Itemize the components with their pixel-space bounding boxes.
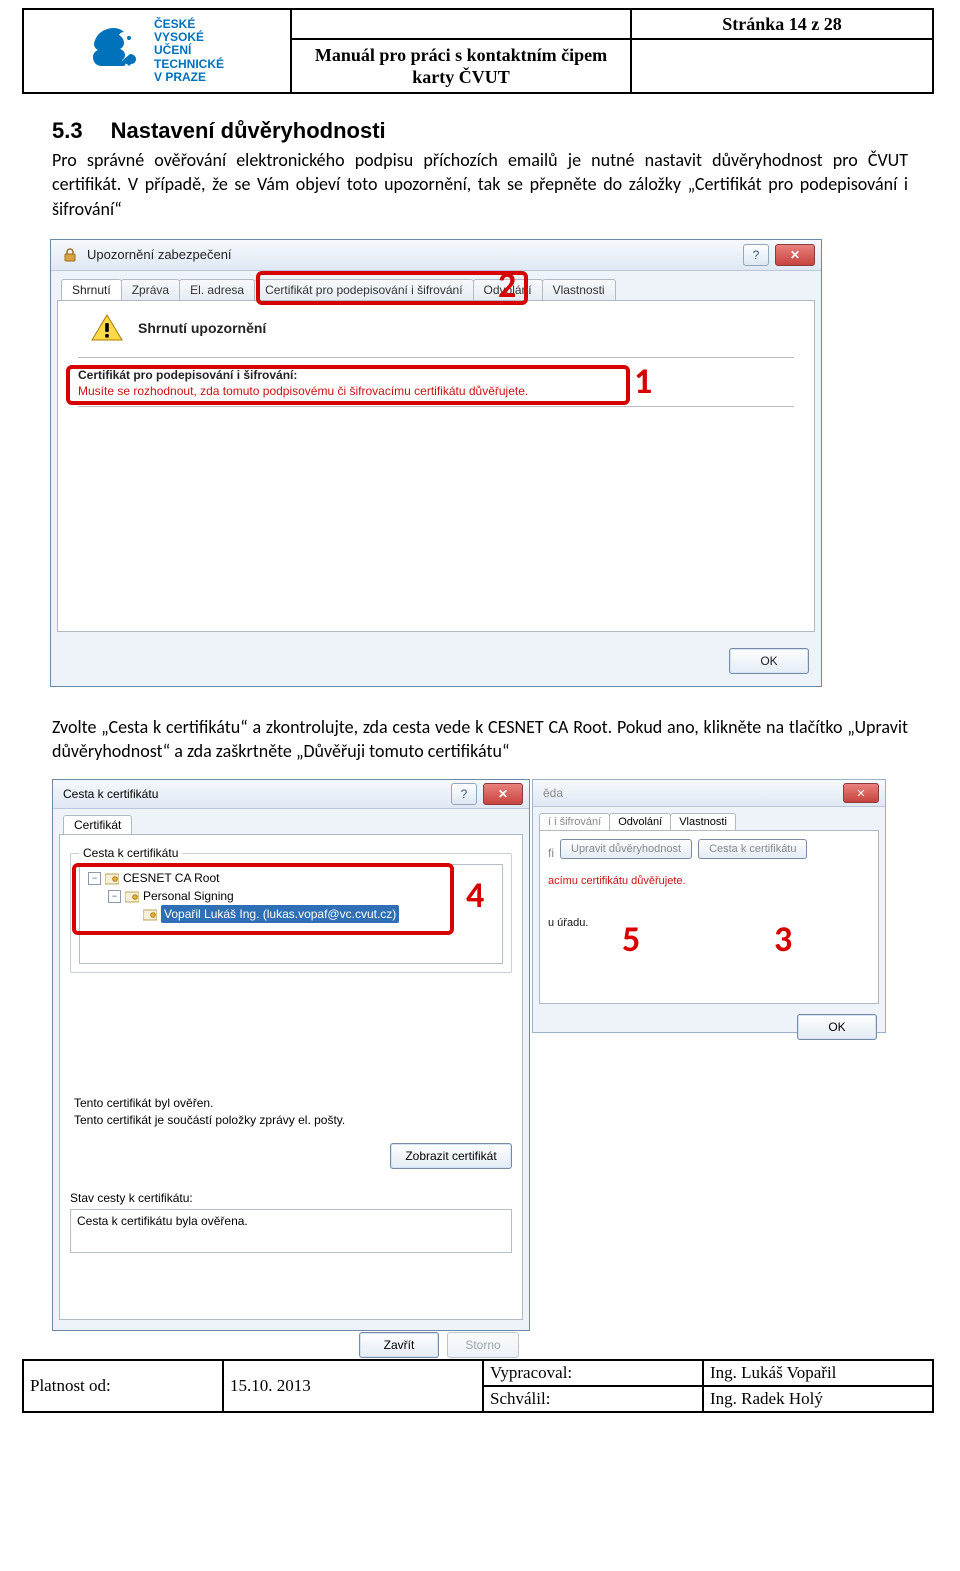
cvut-logo: ČESKÉ VYSOKÉ UČENÍ TECHNICKÉ V PRAZE: [90, 18, 224, 84]
help-button[interactable]: ?: [743, 244, 769, 266]
ok-button[interactable]: OK: [797, 1014, 877, 1040]
cancel-button: Storno: [447, 1332, 519, 1358]
warning-icon: [90, 313, 124, 343]
cert-path-button[interactable]: Cesta k certifikátu: [698, 839, 807, 859]
bg-note-fragment: u úřadu.: [548, 917, 870, 929]
footer-label-approved: Schválil:: [484, 1387, 704, 1413]
show-certificate-button[interactable]: Zobrazit certifikát: [390, 1143, 512, 1169]
footer-label-validfrom: Platnost od:: [24, 1361, 224, 1413]
close-button[interactable]: ✕: [483, 783, 523, 805]
close-button[interactable]: ✕: [843, 783, 879, 803]
tab-email-address[interactable]: El. adresa: [179, 279, 255, 300]
tab-message[interactable]: Zpráva: [121, 279, 180, 300]
highlight-box-4: [72, 863, 454, 935]
header-blank-right: [632, 40, 934, 94]
page-header: ČESKÉ VYSOKÉ UČENÍ TECHNICKÉ V PRAZE Str…: [22, 8, 934, 94]
section-number: 5.3: [52, 118, 83, 144]
ok-button[interactable]: OK: [729, 648, 809, 674]
bg-fragment-text: fi: [548, 846, 554, 860]
footer-value-date: 15.10. 2013: [224, 1361, 484, 1413]
intro-paragraph: Pro správné ověřování elektronického pod…: [52, 148, 908, 221]
tab-properties[interactable]: Vlastnosti: [542, 279, 616, 300]
status-label: Stav cesty k certifikátu:: [70, 1191, 512, 1205]
dialog1-body: Shrnutí upozornění Certifikát pro podepi…: [57, 300, 815, 632]
manual-title: Manuál pro práci s kontaktním čipem kart…: [292, 40, 632, 94]
lock-icon: [61, 246, 79, 264]
dialog1-titlebar[interactable]: Upozornění zabezpečení ? ✕: [51, 240, 821, 271]
dialog2-title-text: Cesta k certifikátu: [63, 787, 158, 801]
footer-value-author: Ing. Lukáš Vopařil: [704, 1361, 934, 1387]
dialog1-wrapper: Upozornění zabezpečení ? ✕ Shrnutí Zpráv…: [50, 239, 824, 687]
verify-line-1: Tento certifikát byl ověřen.: [74, 1095, 508, 1112]
bg-tab-revocation[interactable]: Odvolání: [609, 813, 671, 830]
edit-trust-button[interactable]: Upravit důvěryhodnost: [560, 839, 692, 859]
bg-tab-fragment[interactable]: í i šifrování: [539, 813, 610, 830]
tab-summary[interactable]: Shrnutí: [61, 279, 122, 300]
tab-certificate[interactable]: Certifikát: [63, 815, 132, 834]
annotation-2: 2: [498, 263, 516, 307]
help-button[interactable]: ?: [451, 783, 477, 805]
dialog2-composite: ěda ✕ í i šifrování Odvolání Vlastnosti …: [52, 779, 890, 1333]
verify-line-2: Tento certifikát je součástí položky zpr…: [74, 1112, 508, 1129]
group-label-cert-path: Cesta k certifikátu: [79, 846, 182, 860]
bg-title-fragment: ěda: [543, 786, 563, 800]
header-blank-top: [292, 10, 632, 40]
close-dialog-button[interactable]: Zavřít: [359, 1332, 439, 1358]
annotation-1: 1: [634, 359, 652, 403]
content: 5.3 Nastavení důvěryhodnosti Pro správné…: [52, 118, 908, 687]
caption-paragraph: Zvolte „Cesta k certifikátu“ a zkontrolu…: [52, 715, 908, 764]
footer-value-approved: Ing. Radek Holý: [704, 1387, 934, 1413]
highlight-box-2: [256, 271, 528, 305]
annotation-3: 3: [774, 917, 792, 961]
close-button[interactable]: ✕: [775, 244, 815, 266]
cvut-logo-text: ČESKÉ VYSOKÉ UČENÍ TECHNICKÉ V PRAZE: [154, 18, 224, 84]
status-value: Cesta k certifikátu byla ověřena.: [70, 1209, 512, 1253]
annotation-5: 5: [622, 917, 640, 961]
page-number: Stránka 14 z 28: [632, 10, 934, 40]
security-warning-dialog: Upozornění zabezpečení ? ✕ Shrnutí Zpráv…: [50, 239, 822, 687]
section-heading: 5.3 Nastavení důvěryhodnosti: [52, 118, 908, 144]
bg-trust-message: acímu certifikátu důvěřujete.: [548, 875, 870, 887]
warning-title: Shrnutí upozornění: [138, 320, 266, 336]
bg-tab-properties[interactable]: Vlastnosti: [670, 813, 736, 830]
cert-path-dialog: Cesta k certifikátu ? ✕ Certifikát Cesta…: [52, 779, 530, 1331]
cvut-lion-icon: [90, 24, 144, 78]
background-dialog: ěda ✕ í i šifrování Odvolání Vlastnosti …: [532, 779, 886, 1033]
logo-cell: ČESKÉ VYSOKÉ UČENÍ TECHNICKÉ V PRAZE: [24, 10, 292, 94]
annotation-4: 4: [466, 873, 484, 917]
highlight-box-1: [66, 365, 630, 405]
dialog1-title-text: Upozornění zabezpečení: [87, 247, 232, 262]
verify-text: Tento certifikát byl ověřen. Tento certi…: [70, 1095, 512, 1129]
section-title: Nastavení důvěryhodnosti: [111, 118, 386, 144]
dialog2-titlebar[interactable]: Cesta k certifikátu ? ✕: [53, 780, 529, 809]
